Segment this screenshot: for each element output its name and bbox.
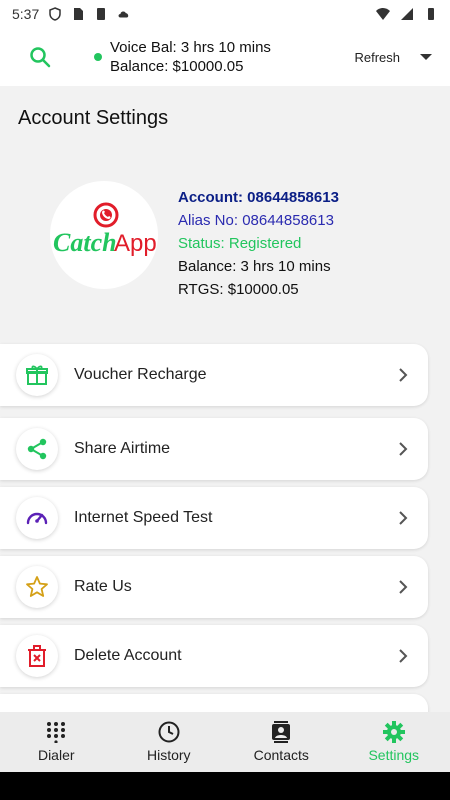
signal-icon	[401, 8, 413, 20]
account-details: Account: 08644858613 Alias No: 086448586…	[178, 186, 339, 301]
wifi-icon	[376, 8, 390, 20]
battery-icon	[428, 8, 434, 20]
logo-app-text: App	[114, 230, 157, 257]
nav-label-dialer: Dialer	[37, 747, 75, 763]
chevron-right-icon	[399, 442, 408, 456]
chevron-right-icon	[399, 511, 408, 525]
balance-summary: Voice Bal: 3 hrs 10 mins Balance: $10000…	[94, 38, 271, 76]
chevron-down-icon	[420, 54, 432, 60]
page-title: Account Settings	[18, 107, 169, 129]
menu-label-share-airtime: Share Airtime	[74, 440, 171, 457]
menu-label-internet-speed-test: Internet Speed Test	[74, 509, 213, 526]
menu-item-internet-speed-test[interactable]: Internet Speed Test	[0, 487, 428, 549]
menu-item-voucher-recharge[interactable]: Voucher Recharge	[0, 344, 428, 406]
nav-label-history: History	[146, 747, 191, 763]
speedometer-icon	[26, 512, 48, 525]
cloud-icon	[118, 11, 129, 18]
menu-item-rate-us[interactable]: Rate Us	[0, 556, 428, 618]
trash-icon	[28, 645, 46, 667]
nav-tab-dialer[interactable]: Dialer	[0, 712, 113, 772]
top-app-bar: Voice Bal: 3 hrs 10 mins Balance: $10000…	[0, 28, 450, 86]
search-icon	[30, 47, 51, 68]
nav-label-contacts: Contacts	[253, 747, 309, 763]
gear-icon	[382, 721, 405, 743]
menu-item-share-airtime[interactable]: Share Airtime	[0, 418, 428, 480]
nav-tab-history[interactable]: History	[113, 712, 226, 772]
clock-icon	[158, 721, 180, 743]
nav-label-settings: Settings	[368, 747, 420, 763]
status-bar: 5:37	[0, 0, 450, 28]
nav-tab-contacts[interactable]: Contacts	[225, 712, 338, 772]
chevron-right-icon	[399, 368, 408, 382]
online-indicator	[94, 53, 102, 61]
menu-label-delete-account: Delete Account	[74, 647, 182, 664]
contacts-icon	[272, 721, 291, 743]
menu-item-delete-account[interactable]: Delete Account	[0, 625, 428, 687]
account-balance: Balance: 3 hrs 10 mins	[178, 258, 331, 275]
bottom-navigation: Dialer History Contacts Settings	[0, 712, 450, 772]
nav-tab-settings[interactable]: Settings	[338, 712, 450, 772]
refresh-dropdown[interactable]: Refresh	[354, 50, 432, 65]
chevron-right-icon	[399, 580, 408, 594]
balance-text: Balance: $10000.05	[110, 58, 244, 75]
system-navigation-bar	[0, 772, 450, 800]
refresh-label: Refresh	[354, 49, 400, 65]
alias-number: Alias No: 08644858613	[178, 212, 334, 229]
app-logo: Catch App	[50, 181, 158, 289]
menu-label-voucher-recharge: Voucher Recharge	[74, 366, 207, 383]
account-rtgs: RTGS: $10000.05	[178, 281, 299, 298]
voice-balance-text: Voice Bal: 3 hrs 10 mins	[110, 39, 271, 56]
dialpad-icon	[47, 722, 66, 743]
gift-icon	[26, 365, 48, 385]
account-status: Status: Registered	[178, 235, 302, 252]
search-button[interactable]	[20, 37, 60, 77]
star-icon	[26, 576, 48, 597]
shield-icon	[49, 7, 61, 21]
status-time: 5:37	[12, 6, 40, 22]
logo-catch-text: Catch	[53, 228, 117, 257]
file-icon	[97, 8, 106, 20]
menu-label-rate-us: Rate Us	[74, 578, 132, 595]
account-number: Account: 08644858613	[178, 189, 339, 206]
share-icon	[27, 438, 47, 460]
chevron-right-icon	[399, 649, 408, 663]
sim-icon	[74, 8, 84, 20]
